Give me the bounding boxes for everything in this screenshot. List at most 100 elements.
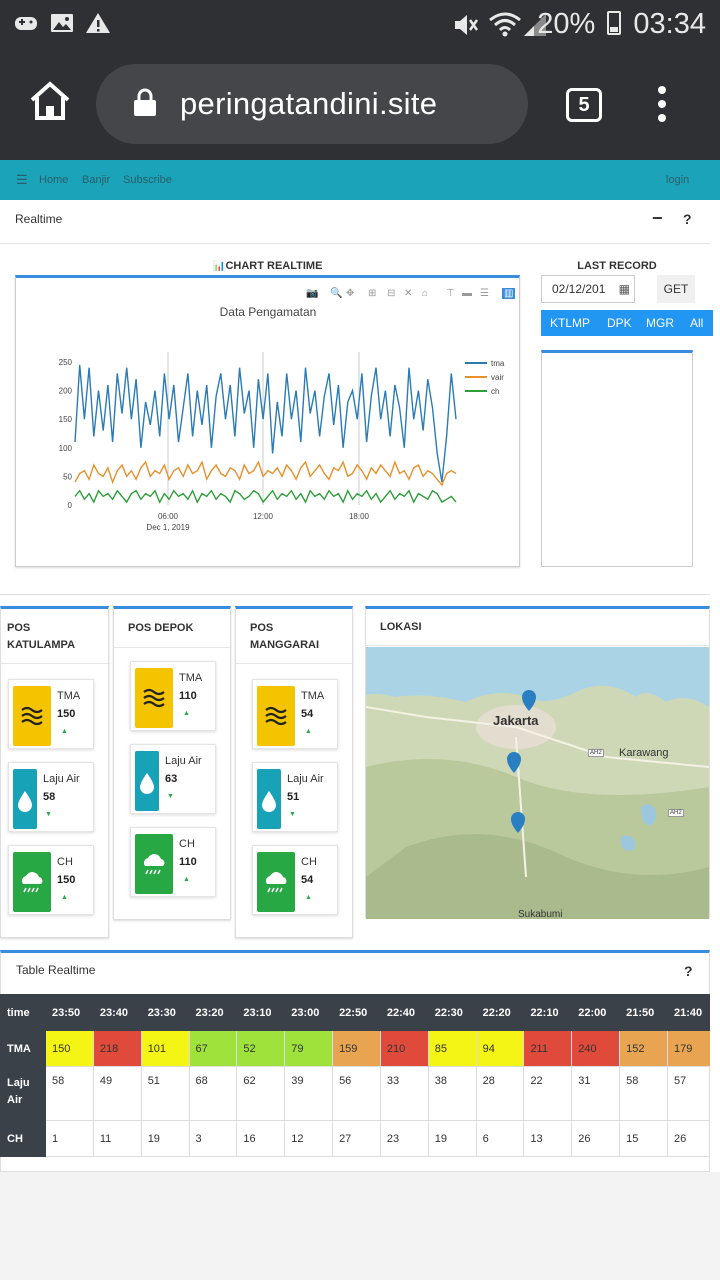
y-tick-label: 100: [59, 444, 73, 453]
date-value: 02/12/201: [552, 282, 606, 296]
tma-label: TMA: [301, 690, 325, 702]
tma-cell: 152: [619, 1030, 668, 1067]
menu-icon[interactable]: [654, 86, 670, 126]
gamepad-icon: [14, 12, 40, 41]
laju-value: 51: [287, 791, 300, 803]
arrow-up-icon: ▲: [61, 894, 68, 901]
times-cell: 22:10: [523, 994, 573, 1031]
help-button[interactable]: ?: [683, 211, 692, 227]
laju-cell: 49: [92, 1066, 142, 1121]
filter-all-button[interactable]: All: [690, 310, 704, 336]
divider: [236, 663, 354, 664]
filter-dpk-button[interactable]: DPK: [607, 310, 632, 336]
pos-title: POS MANGGARAI: [250, 622, 320, 651]
table-row-time: time 23:50 23:40 23:30 23:20 23:10 23:00 22:50…: [0, 994, 710, 1031]
filter-ktlmp-button[interactable]: KTLMP: [550, 310, 591, 336]
laju-cell: 33: [379, 1066, 429, 1121]
table-help-button[interactable]: ?: [684, 963, 693, 979]
laju-cell: 57: [666, 1066, 710, 1121]
ch-cell: 6: [475, 1120, 525, 1157]
nav-banjir[interactable]: Banjir: [82, 174, 110, 186]
laju-cell: 51: [140, 1066, 190, 1121]
chart-header-label: CHART REALTIME: [225, 260, 323, 272]
ch-cell: 23: [379, 1120, 429, 1157]
filter-mgr-button[interactable]: MGR: [646, 310, 674, 336]
laju-card: Laju Air 51 ▼: [252, 762, 338, 832]
arrow-down-icon: ▼: [45, 811, 52, 818]
ch-label: CH: [57, 856, 73, 868]
rain-cloud-icon: [135, 834, 173, 894]
tma-label: TMA: [179, 672, 203, 684]
series-line-ch: [74, 489, 457, 504]
tma-cell: 240: [571, 1030, 621, 1067]
wifi-icon: [488, 10, 522, 45]
collapse-button[interactable]: −: [652, 208, 663, 229]
ch-cell: 19: [140, 1120, 190, 1157]
times-cell: 22:50: [332, 994, 381, 1031]
calendar-icon[interactable]: ▦: [619, 276, 630, 302]
realtime-header: Realtime − ?: [0, 200, 710, 244]
table-title: Table Realtime: [16, 963, 96, 977]
legend-label-vair: vair: [491, 373, 504, 382]
nav-login[interactable]: login: [666, 174, 689, 186]
ch-cell: 16: [236, 1120, 286, 1157]
date-input[interactable]: 02/12/201 ▦: [541, 275, 635, 303]
table-scroll[interactable]: time 23:50 23:40 23:30 23:20 23:10 23:00 22:50…: [0, 994, 710, 1160]
home-icon[interactable]: [28, 80, 72, 124]
ch-cell: 19: [427, 1120, 477, 1157]
series-line-tma: [74, 364, 457, 483]
x-tick-label: 18:00: [349, 512, 370, 521]
tma-header: TMA: [0, 1030, 46, 1067]
browser-toolbar: peringatandini.site 5: [0, 50, 720, 160]
rain-cloud-icon: [257, 852, 295, 912]
status-bar: 20% 03:34: [0, 0, 720, 50]
pos-title: POS KATULAMPA: [7, 622, 76, 651]
tab-count-button[interactable]: 5: [566, 88, 602, 122]
tma-label: TMA: [57, 690, 81, 702]
get-button[interactable]: GET: [657, 275, 695, 303]
water-wave-icon: [13, 686, 51, 746]
ch-cell: 15: [619, 1120, 668, 1157]
nav-subscribe[interactable]: Subscribe: [123, 174, 172, 186]
map[interactable]: [366, 647, 709, 919]
url-text[interactable]: peringatandini.site: [180, 86, 437, 122]
water-wave-icon: [257, 686, 295, 746]
times-cell: 21:50: [619, 994, 668, 1031]
ch-card: CH 150 ▲: [8, 845, 94, 915]
battery-percent: 20%: [537, 8, 596, 40]
times-cell: 22:00: [571, 994, 621, 1031]
times-cell: 21:40: [666, 994, 710, 1031]
nav-home[interactable]: Home: [39, 174, 68, 186]
ch-cell: 1: [45, 1120, 94, 1157]
map-road-label-ah2-east: AH2: [668, 809, 684, 817]
ch-cell: 12: [284, 1120, 334, 1157]
times-cell: 23:00: [284, 994, 334, 1031]
ch-value: 54: [301, 874, 314, 886]
realtime-table: time 23:50 23:40 23:30 23:20 23:10 23:00 22:50…: [0, 994, 710, 1157]
y-tick-label: 250: [59, 358, 73, 367]
laju-label: Laju Air: [287, 773, 324, 785]
tma-cell: 101: [140, 1030, 190, 1067]
tma-cell: 210: [379, 1030, 429, 1067]
ch-cell: 26: [571, 1120, 621, 1157]
table-row-ch: CH 1 11 19 3 16 12 27 23 19 6 13 26 15 26: [0, 1120, 710, 1157]
x-tick-label: 12:00: [253, 512, 274, 521]
times-cell: 22:30: [427, 994, 477, 1031]
lock-icon: [132, 88, 158, 123]
ch-label: CH: [301, 856, 317, 868]
laju-value: 58: [43, 791, 56, 803]
times-cell: 23:50: [45, 994, 94, 1031]
ch-cell: 27: [332, 1120, 381, 1157]
lokasi-panel: LOKASI Jakarta Karawang Sukabumi AH2 AH2: [365, 606, 710, 920]
map-label-sukabumi: Sukabumi: [518, 909, 563, 920]
times-cell: 23:10: [236, 994, 286, 1031]
chart-icon: 📊: [213, 261, 226, 272]
laju-value: 63: [165, 773, 178, 785]
tma-value: 150: [57, 708, 76, 720]
tma-cell: 94: [475, 1030, 525, 1067]
pos-title: POS DEPOK: [128, 622, 194, 634]
water-wave-icon: [135, 668, 173, 728]
hamburger-icon[interactable]: ☰: [16, 172, 28, 188]
times-cell: 23:30: [140, 994, 190, 1031]
water-drop-icon: [257, 769, 281, 829]
